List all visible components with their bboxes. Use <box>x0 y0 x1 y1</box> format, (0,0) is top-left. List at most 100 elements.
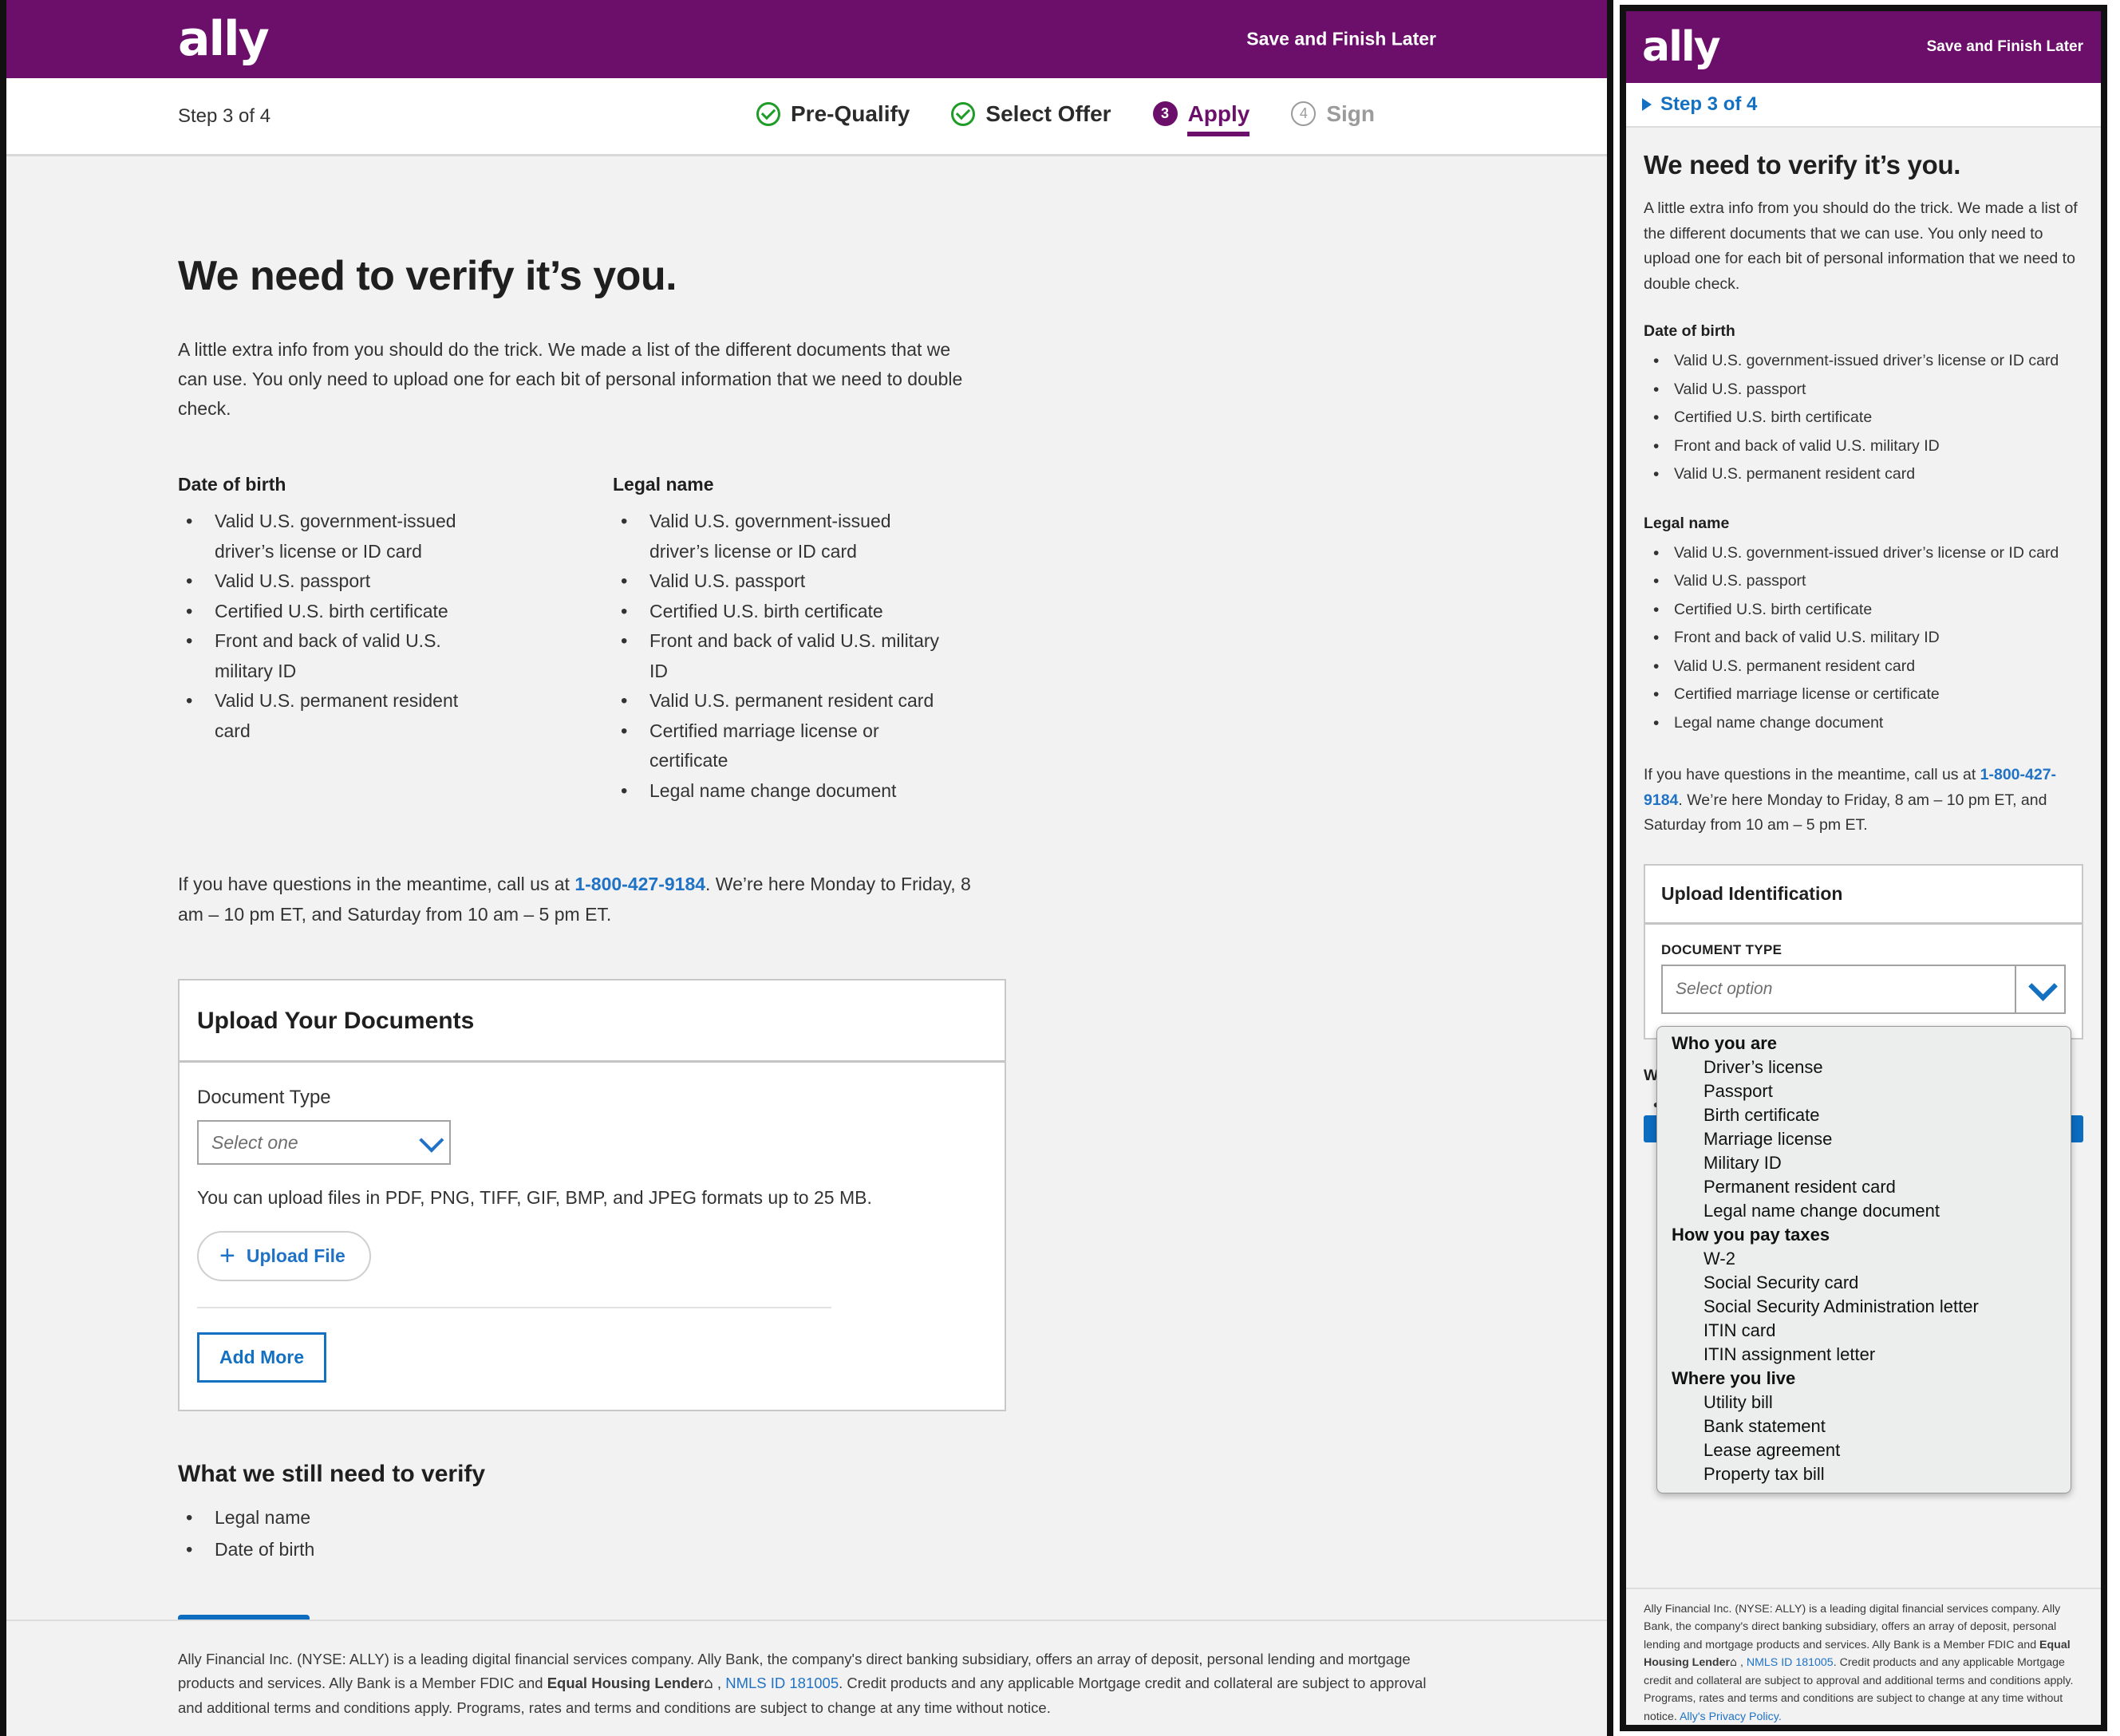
dropdown-option[interactable]: ITIN assignment letter <box>1657 1343 2071 1367</box>
save-and-finish-later-link[interactable]: Save and Finish Later <box>1246 29 1436 50</box>
dropdown-option[interactable]: Permanent resident card <box>1657 1175 2071 1199</box>
list-item: Certified U.S. birth certificate <box>178 596 497 628</box>
document-type-select[interactable]: Select option <box>1661 964 2066 1014</box>
still-need-list: Legal name Date of birth <box>178 1501 1435 1566</box>
select-placeholder: Select one <box>211 1131 298 1153</box>
step-apply[interactable]: 3 Apply <box>1152 101 1250 136</box>
mobile-viewport-wrapper: ally Save and Finish Later Step 3 of 4 W… <box>1613 0 2114 1736</box>
dropdown-option[interactable]: W-2 <box>1657 1247 2071 1271</box>
list-item: Front and back of valid U.S. military ID <box>613 625 948 686</box>
dropdown-group-label: Who you are <box>1672 1033 1778 1053</box>
active-step-underline <box>1186 131 1250 136</box>
nmls-id-link[interactable]: NMLS ID 181005 <box>1747 1656 1834 1669</box>
dropdown-option[interactable]: Military ID <box>1657 1151 2071 1175</box>
list-item: Front and back of valid U.S. military ID <box>1644 432 2083 463</box>
list-item: Date of birth <box>178 1533 1435 1566</box>
step-label: Select Offer <box>985 101 1111 126</box>
privacy-policy-link[interactable]: Ally's Privacy Policy. <box>1680 1710 1782 1723</box>
card-body: DOCUMENT TYPE Select option <box>1645 925 2082 1038</box>
desktop-footer: Ally Financial Inc. (NYSE: ALLY) is a le… <box>6 1620 1607 1736</box>
step-label: Pre-Qualify <box>791 101 910 126</box>
card-title: Upload Identification <box>1661 882 1843 904</box>
desktop-viewport: ally Save and Finish Later Step 3 of 4 P… <box>0 0 1613 1736</box>
select-arrow-box[interactable] <box>2015 965 2064 1012</box>
footer-disclaimer: Ally Financial Inc. (NYSE: ALLY) is a le… <box>1644 1600 2083 1725</box>
page-intro: A little extra info from you should do t… <box>1644 199 2078 293</box>
dropdown-option[interactable]: Utility bill <box>1657 1391 2071 1414</box>
page-title: We need to verify it’s you. <box>178 253 677 299</box>
list-item: Valid U.S. passport <box>178 566 497 598</box>
add-more-button[interactable]: Add More <box>197 1332 327 1383</box>
check-circle-icon <box>951 101 976 126</box>
equal-housing-icon: ⌂ <box>1730 1656 1738 1670</box>
footer-disclaimer: Ally Financial Inc. (NYSE: ALLY) is a le… <box>178 1647 1435 1720</box>
list-item: Valid U.S. permanent resident card <box>613 685 948 717</box>
step-list: Pre-Qualify Select Offer 3 Apply 4 Sign <box>756 101 1375 136</box>
chevron-down-icon <box>419 1127 444 1153</box>
document-type-select[interactable]: Select one <box>197 1120 451 1166</box>
column-heading: Date of birth <box>178 474 286 495</box>
section-heading-date-of-birth: Date of birth <box>1644 322 1735 341</box>
list-item: Legal name change document <box>1644 708 2083 740</box>
document-list: Valid U.S. government-issued driver’s li… <box>613 506 948 807</box>
step-counter: Step 3 of 4 <box>1660 93 1758 115</box>
document-requirement-columns: Date of birth Valid U.S. government-issu… <box>178 474 1435 807</box>
upload-file-label: Upload File <box>246 1245 345 1267</box>
number-circle-icon: 4 <box>1291 101 1317 126</box>
dropdown-option[interactable]: Bank statement <box>1657 1414 2071 1438</box>
upload-file-button[interactable]: + Upload File <box>197 1231 371 1282</box>
list-item: Certified marriage license or certificat… <box>1644 680 2083 711</box>
dropdown-option[interactable]: Passport <box>1657 1079 2071 1103</box>
footer-comma: , <box>713 1674 726 1691</box>
page-intro: A little extra info from you should do t… <box>178 339 963 419</box>
footer-comma: , <box>1737 1656 1747 1670</box>
list-item: Valid U.S. passport <box>1644 375 2083 406</box>
still-need-heading: What we still need to verify <box>178 1461 486 1488</box>
document-type-label: Document Type <box>197 1087 331 1109</box>
document-list-legal-name: Valid U.S. government-issued driver’s li… <box>1644 539 2083 740</box>
dropdown-option[interactable]: Marriage license <box>1657 1127 2071 1151</box>
save-and-finish-later-link[interactable]: Save and Finish Later <box>1927 38 2083 56</box>
dropdown-option[interactable]: ITIN card <box>1657 1319 2071 1343</box>
footer-text-1: Ally Financial Inc. (NYSE: ALLY) is a le… <box>1644 1603 2061 1651</box>
dropdown-option[interactable]: Social Security Administration letter <box>1657 1295 2071 1319</box>
contact-text-after: . We’re here Monday to Friday, 8 am – 10… <box>1644 791 2047 834</box>
dropdown-option[interactable]: Social Security card <box>1657 1271 2071 1295</box>
list-item: Valid U.S. government-issued driver’s li… <box>1644 346 2083 377</box>
dropdown-option[interactable]: Birth certificate <box>1657 1103 2071 1127</box>
mobile-header: ally Save and Finish Later <box>1626 11 2101 83</box>
card-title: Upload Your Documents <box>197 1008 475 1035</box>
plus-icon: + <box>219 1240 235 1271</box>
phone-number-link[interactable]: 1-800-427-9184 <box>574 874 705 894</box>
mobile-main-content: We need to verify it’s you. A little ext… <box>1626 128 2101 1142</box>
step-label: Apply <box>1187 101 1250 126</box>
screenshot-stage: ally Save and Finish Later Step 3 of 4 P… <box>0 0 2120 1736</box>
mobile-step-disclosure[interactable]: Step 3 of 4 <box>1626 83 2101 128</box>
list-item: Certified U.S. birth certificate <box>613 596 948 628</box>
step-sign[interactable]: 4 Sign <box>1291 101 1375 132</box>
document-type-dropdown-menu[interactable]: Who you are Driver’s license Passport Bi… <box>1656 1026 2071 1493</box>
step-pre-qualify[interactable]: Pre-Qualify <box>756 101 910 132</box>
card-header: Upload Identification <box>1645 866 2082 925</box>
step-select-offer[interactable]: Select Offer <box>951 101 1111 132</box>
document-type-label: DOCUMENT TYPE <box>1661 941 1782 957</box>
list-item: Valid U.S. permanent resident card <box>1644 652 2083 683</box>
equal-housing-lender-text: Equal Housing Lender <box>547 1674 705 1691</box>
list-item: Front and back of valid U.S. military ID <box>1644 623 2083 654</box>
mobile-footer: Ally Financial Inc. (NYSE: ALLY) is a le… <box>1626 1588 2101 1725</box>
list-item: Valid U.S. permanent resident card <box>178 685 497 746</box>
page-title: We need to verify it’s you. <box>1644 150 1961 180</box>
section-heading-legal-name: Legal name <box>1644 514 1730 532</box>
document-list: Valid U.S. government-issued driver’s li… <box>178 506 613 746</box>
dropdown-option[interactable]: Property tax bill <box>1657 1462 2071 1486</box>
dropdown-option[interactable]: Lease agreement <box>1657 1438 2071 1462</box>
file-format-hint: You can upload files in PDF, PNG, TIFF, … <box>197 1187 872 1209</box>
equal-housing-icon: ⌂ <box>704 1675 713 1692</box>
nmls-id-link[interactable]: NMLS ID 181005 <box>725 1675 839 1691</box>
column-heading: Legal name <box>613 474 714 495</box>
dropdown-option[interactable]: Legal name change document <box>1657 1199 2071 1223</box>
column-legal-name: Legal name Valid U.S. government-issued … <box>613 474 948 807</box>
list-item: Legal name <box>178 1501 1435 1534</box>
dropdown-option[interactable]: Driver’s license <box>1657 1055 2071 1079</box>
list-item: Valid U.S. permanent resident card <box>1644 460 2083 491</box>
